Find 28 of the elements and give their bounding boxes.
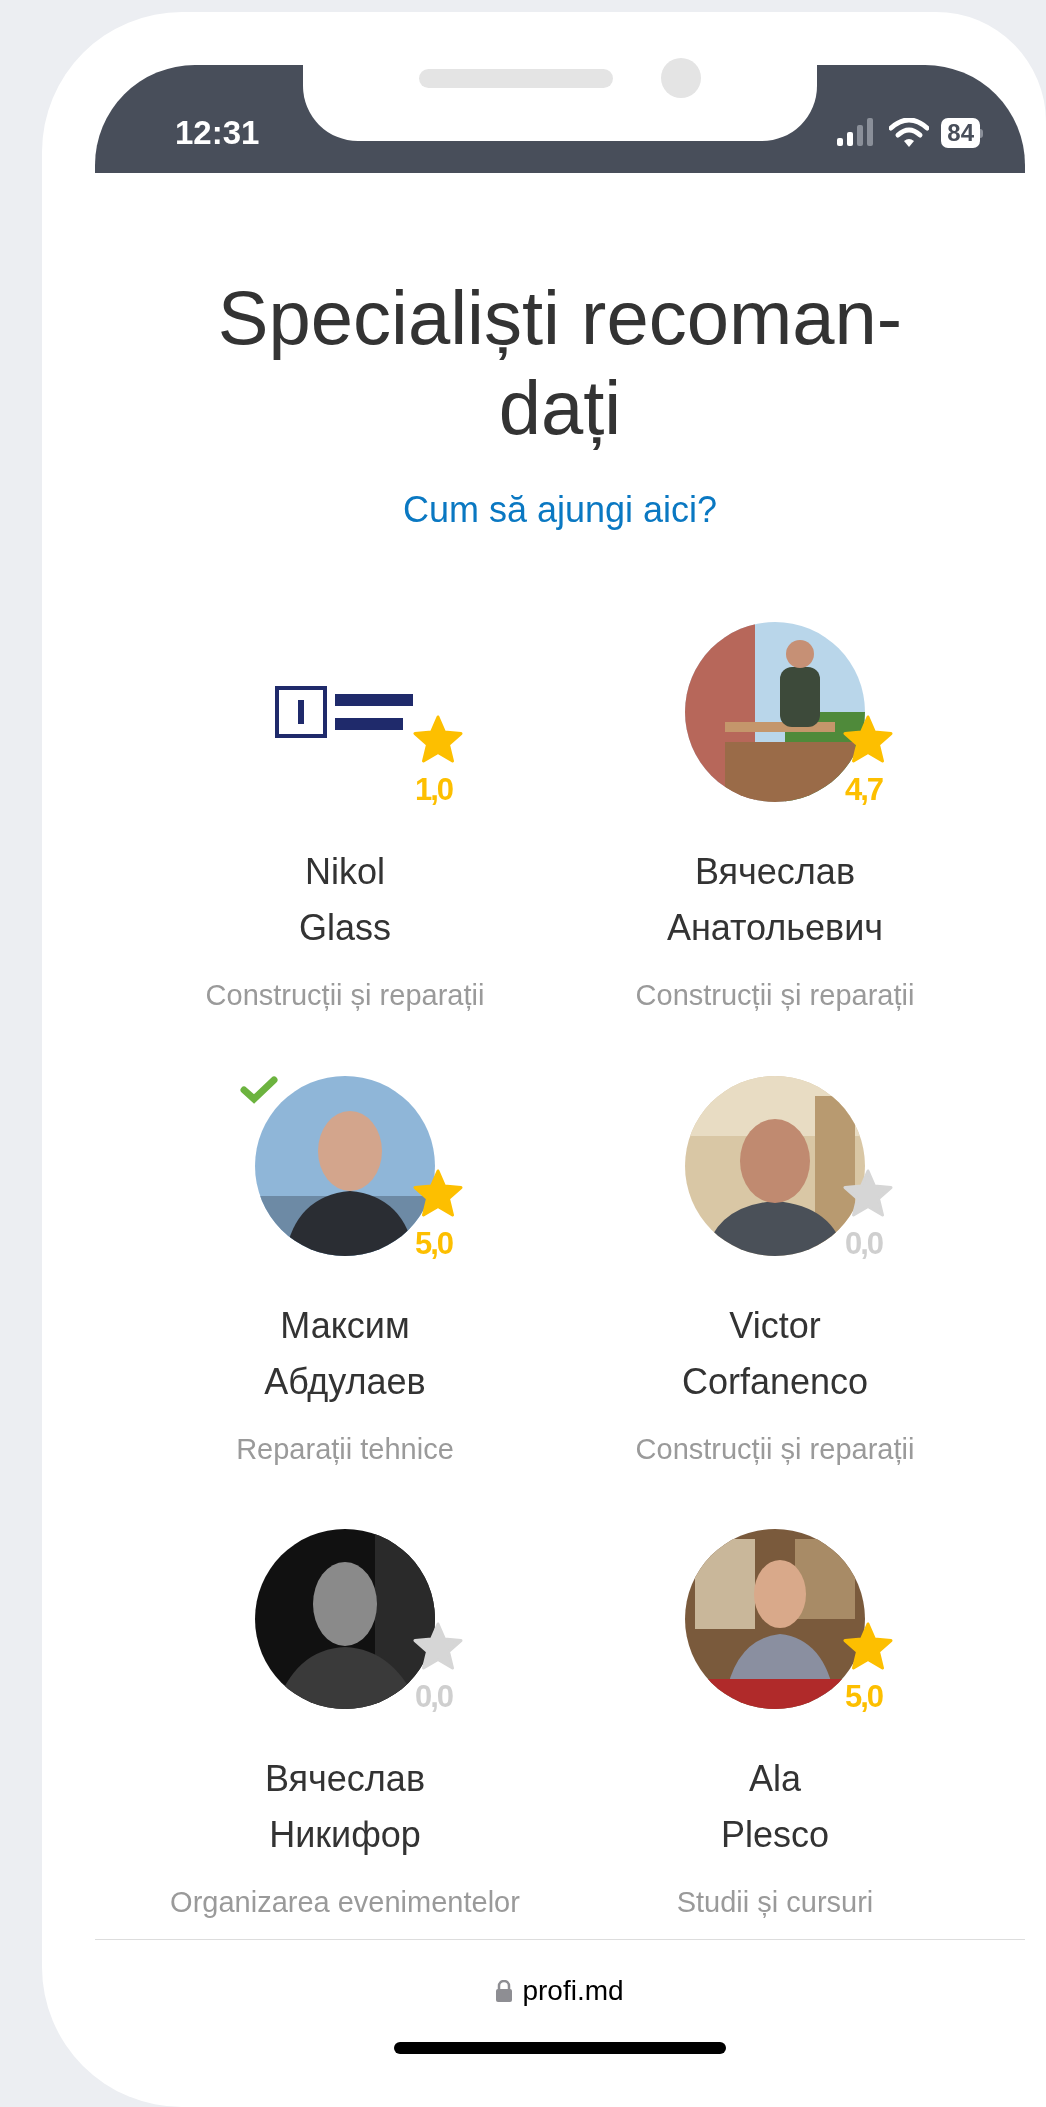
rating: 5,0	[845, 1678, 883, 1716]
category-label: Construcții și reparații	[635, 1431, 915, 1467]
specialist-name[interactable]: Анатольевич	[666, 900, 884, 956]
specialist-name[interactable]: Glass	[299, 900, 391, 956]
page-title: Specialiști recoman-	[217, 274, 903, 362]
clock: 12:31	[175, 113, 260, 154]
specialist-name[interactable]: Victor	[729, 1297, 821, 1354]
category-label: Construcții și reparații	[205, 978, 485, 1013]
battery-icon: 84	[941, 118, 983, 148]
rating: 1,0	[415, 771, 453, 809]
specialist-name[interactable]: Никифор	[269, 1807, 421, 1863]
specialist-name[interactable]: Абдулаев	[264, 1353, 426, 1410]
category-label: Construcții și reparații	[635, 978, 915, 1013]
help-link[interactable]: Cum să ajungi aici?	[402, 483, 718, 537]
category-label: Reparații tehnice	[236, 1431, 454, 1467]
page-title: dați	[498, 364, 622, 452]
specialist-name[interactable]: Plesco	[720, 1807, 830, 1863]
rating: 5,0	[415, 1224, 453, 1263]
specialist-name[interactable]: Максим	[280, 1297, 410, 1354]
specialist-name[interactable]: Nikol	[305, 844, 385, 900]
category-label: Organizarea evenimentelor	[170, 1885, 520, 1920]
url-text[interactable]: profi.md	[522, 1969, 624, 2012]
specialist-name[interactable]: Ala	[749, 1751, 801, 1807]
rating: 4,7	[845, 771, 883, 809]
specialist-name[interactable]: Вячеслав	[265, 1751, 425, 1807]
category-label: Studii și cursuri	[676, 1885, 874, 1920]
specialist-name[interactable]: Вячеслав	[695, 844, 855, 900]
specialist-name[interactable]: Corfanenco	[681, 1353, 869, 1410]
